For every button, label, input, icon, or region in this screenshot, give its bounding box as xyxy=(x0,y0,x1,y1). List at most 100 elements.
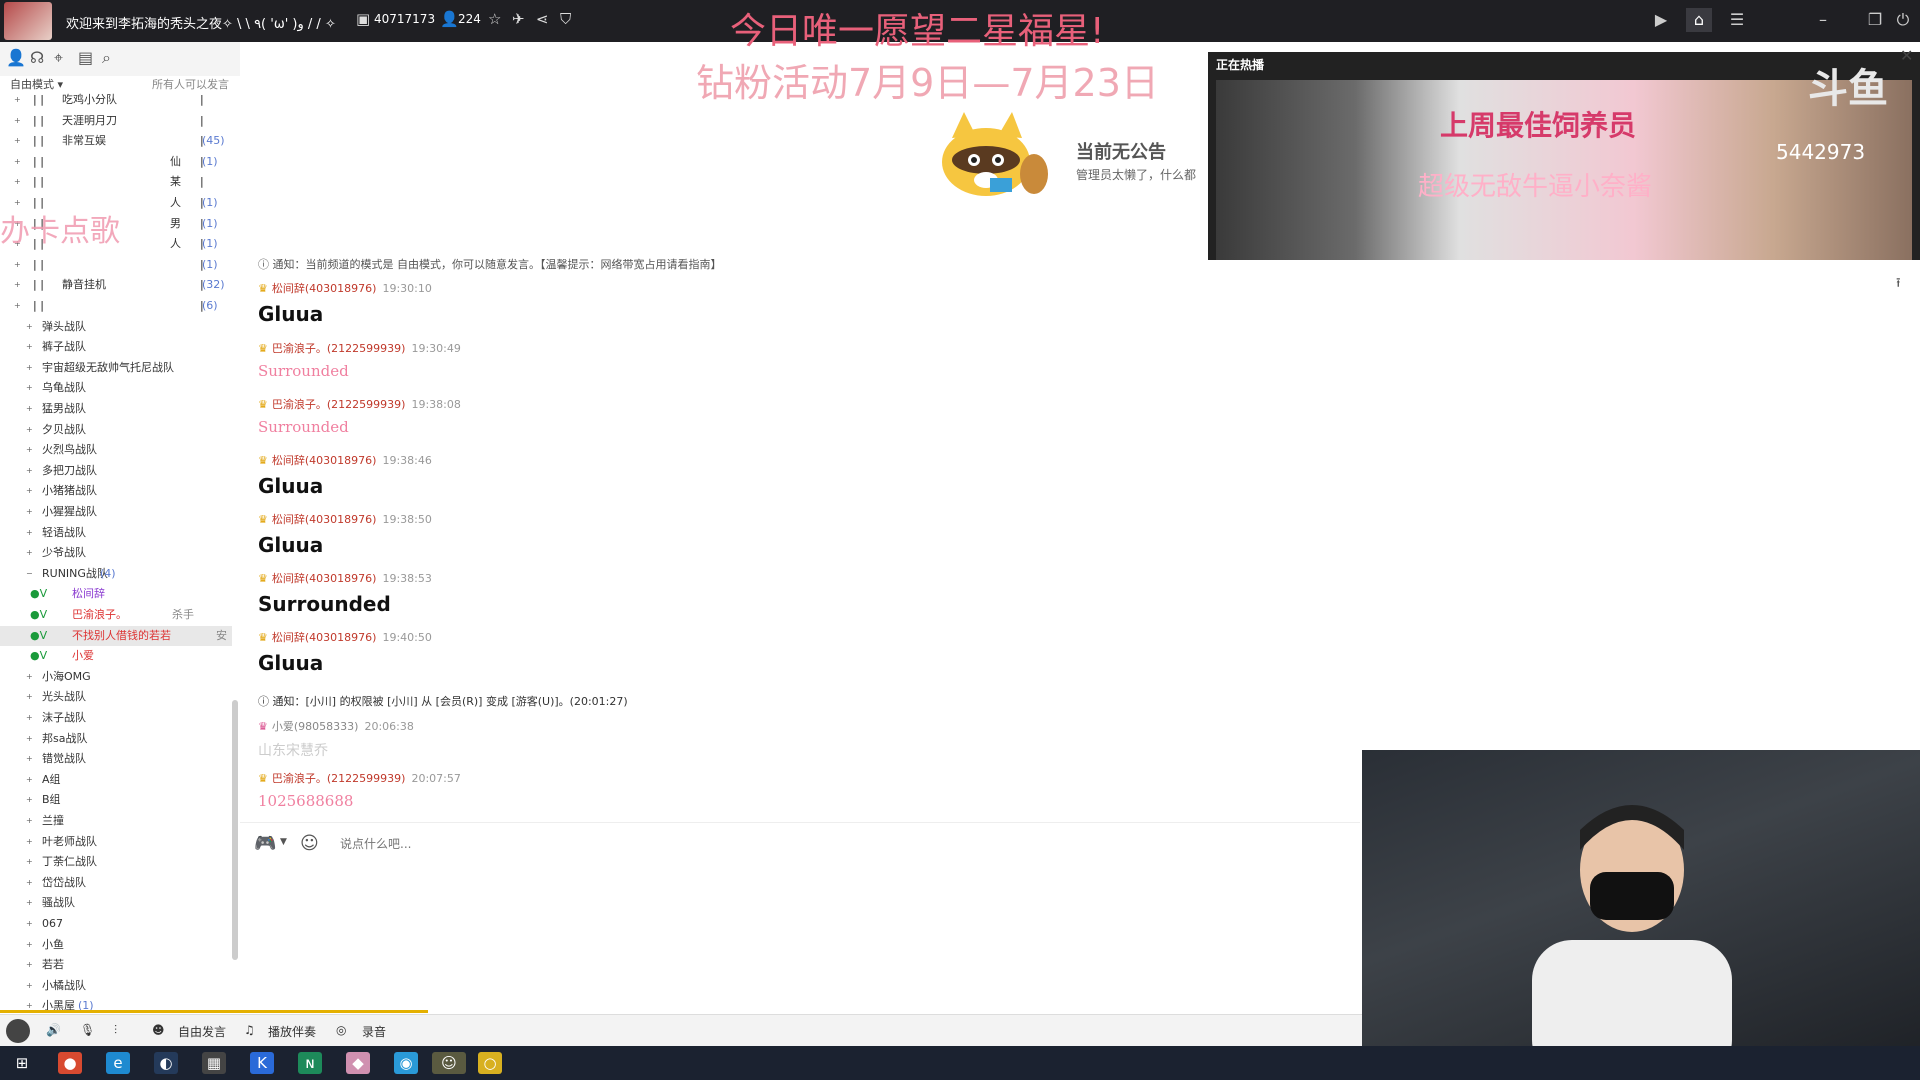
expand-icon[interactable]: + xyxy=(26,502,33,522)
message-user[interactable]: 巴渝浪子。(2122599939) xyxy=(272,772,406,785)
gamepad-icon[interactable]: 🎮 xyxy=(254,833,276,854)
message-user[interactable]: 松间辞(403018976) xyxy=(272,513,377,526)
expand-icon[interactable]: + xyxy=(26,461,33,481)
team-row[interactable]: + 叶老师战队 xyxy=(0,832,232,852)
team-row[interactable]: + 小海OMG xyxy=(0,667,232,687)
expand-icon[interactable]: − xyxy=(26,564,33,584)
expand-icon[interactable]: + xyxy=(26,440,33,460)
team-row[interactable]: + 小橘战队 xyxy=(0,976,232,996)
team-row[interactable]: + 岱岱战队 xyxy=(0,873,232,893)
team-row[interactable]: + B组 xyxy=(0,790,232,810)
expand-icon[interactable]: + xyxy=(26,790,33,810)
team-row[interactable]: + 小猩猩战队 xyxy=(0,502,232,522)
plane-icon[interactable]: ✈ xyxy=(512,10,525,28)
location-icon[interactable]: ⌖ xyxy=(54,48,63,68)
team-row[interactable]: + 多把刀战队 xyxy=(0,461,232,481)
edge-icon[interactable]: e xyxy=(106,1052,130,1074)
team-row[interactable]: + 兰撞 xyxy=(0,811,232,831)
expand-icon[interactable]: + xyxy=(14,111,21,131)
tree-scrollbar[interactable] xyxy=(232,700,238,960)
expand-icon[interactable]: + xyxy=(26,543,33,563)
message-user[interactable]: 巴渝浪子。(2122599939) xyxy=(272,342,406,355)
message-user[interactable]: 巴渝浪子。(2122599939) xyxy=(272,398,406,411)
steam-icon[interactable]: ◐ xyxy=(154,1052,178,1074)
room-avatar[interactable] xyxy=(4,2,52,40)
close-icon[interactable]: ✕ xyxy=(1900,46,1913,65)
list-icon[interactable]: ☰ xyxy=(1724,8,1750,32)
expand-icon[interactable]: + xyxy=(26,337,33,357)
record-button[interactable]: 录音 xyxy=(362,1023,386,1040)
expand-icon[interactable]: + xyxy=(26,770,33,790)
team-row[interactable]: + 弹头战队 xyxy=(0,317,232,337)
team-row[interactable]: + 猛男战队 xyxy=(0,399,232,419)
mixer-icon[interactable]: ⫶ xyxy=(114,1023,117,1038)
green-app-icon[interactable]: ɴ xyxy=(298,1052,322,1074)
expand-icon[interactable]: + xyxy=(26,976,33,996)
expand-icon[interactable]: + xyxy=(26,358,33,378)
expand-icon[interactable]: + xyxy=(14,131,21,151)
user-icon[interactable]: 👤 xyxy=(6,48,26,67)
team-row[interactable]: + 光头战队 xyxy=(0,687,232,707)
share-icon[interactable]: ⋖ xyxy=(536,10,549,28)
pink-app-icon[interactable]: ◆ xyxy=(346,1052,370,1074)
expand-icon[interactable]: + xyxy=(26,935,33,955)
channel-row[interactable]: + | | | (6) xyxy=(0,296,232,316)
headset-icon[interactable]: ☊ xyxy=(30,48,44,67)
expand-icon[interactable]: + xyxy=(26,729,33,749)
team-row[interactable]: + 小猪猪战队 xyxy=(0,481,232,501)
emoji-icon[interactable]: ☺ xyxy=(300,833,319,854)
expand-icon[interactable]: + xyxy=(26,523,33,543)
expand-icon[interactable]: + xyxy=(26,873,33,893)
expand-icon[interactable]: + xyxy=(14,255,21,275)
expand-icon[interactable]: + xyxy=(26,667,33,687)
team-row[interactable]: + 骚战队 xyxy=(0,893,232,913)
speaker-icon[interactable]: 🔊 xyxy=(46,1023,61,1037)
channel-row[interactable]: + | | 仙 | (1) xyxy=(0,152,232,172)
message-user[interactable]: 小爱(98058333) xyxy=(272,720,359,733)
blue-app-icon[interactable]: ◉ xyxy=(394,1052,418,1074)
chat-input[interactable] xyxy=(340,831,1300,857)
expand-icon[interactable]: + xyxy=(26,955,33,975)
team-row[interactable]: + 裤子战队 xyxy=(0,337,232,357)
expand-icon[interactable]: + xyxy=(14,172,21,192)
team-row[interactable]: + 火烈鸟战队 xyxy=(0,440,232,460)
video-icon[interactable]: ▶ xyxy=(1648,8,1674,32)
power-icon[interactable]: ⏻ xyxy=(1890,8,1916,32)
message-user[interactable]: 松间辞(403018976) xyxy=(272,572,377,585)
search-icon[interactable]: ⌕ xyxy=(102,48,111,68)
expand-icon[interactable]: + xyxy=(14,275,21,295)
expand-icon[interactable]: + xyxy=(26,399,33,419)
self-avatar[interactable] xyxy=(6,1019,30,1043)
user-row[interactable]: ●V 松间辞 xyxy=(0,584,232,604)
team-row[interactable]: + 邦sa战队 xyxy=(0,729,232,749)
app-icon[interactable]: ▦ xyxy=(202,1052,226,1074)
expand-icon[interactable]: + xyxy=(26,914,33,934)
user-row[interactable]: ●V 不找别人借钱的若若 安 xyxy=(0,625,232,646)
shield-icon[interactable]: ⛉ xyxy=(560,10,571,28)
pin-icon[interactable]: ⭱ xyxy=(1896,274,1901,296)
team-row[interactable]: + 小黑屋 (1) xyxy=(0,996,232,1010)
expand-icon[interactable]: + xyxy=(14,152,21,172)
channel-row[interactable]: + | | 某 | xyxy=(0,172,232,192)
channel-row[interactable]: + | | | (1) xyxy=(0,255,232,275)
team-row[interactable]: + 宇宙超级无敌帅气托尼战队 xyxy=(0,358,232,378)
user-row[interactable]: ●V 小爱 xyxy=(0,646,232,666)
message-user[interactable]: 松间辞(403018976) xyxy=(272,631,377,644)
user-row[interactable]: ●V 巴渝浪子。 杀手 xyxy=(0,605,232,625)
team-row[interactable]: + 错觉战队 xyxy=(0,749,232,769)
browser-app-icon[interactable]: ● xyxy=(58,1052,82,1074)
expand-icon[interactable]: + xyxy=(26,832,33,852)
team-row[interactable]: − RUNING战队 (4) xyxy=(0,564,232,584)
expand-icon[interactable]: + xyxy=(26,420,33,440)
windows-start-icon[interactable]: ⊞ xyxy=(10,1052,34,1074)
expand-icon[interactable]: + xyxy=(14,90,21,110)
team-row[interactable]: + 丁荼仁战队 xyxy=(0,852,232,872)
home-icon[interactable]: ⌂ xyxy=(1686,8,1712,32)
microphone-icon[interactable]: 🎙 xyxy=(80,1023,95,1037)
yy-app-icon[interactable]: ☺ xyxy=(432,1052,466,1074)
k-app-icon[interactable]: K xyxy=(250,1052,274,1074)
yellow-app-icon[interactable]: ○ xyxy=(478,1052,502,1074)
chevron-down-icon[interactable]: ▼ xyxy=(280,837,287,847)
expand-icon[interactable]: + xyxy=(26,317,33,337)
expand-icon[interactable]: + xyxy=(14,296,21,316)
